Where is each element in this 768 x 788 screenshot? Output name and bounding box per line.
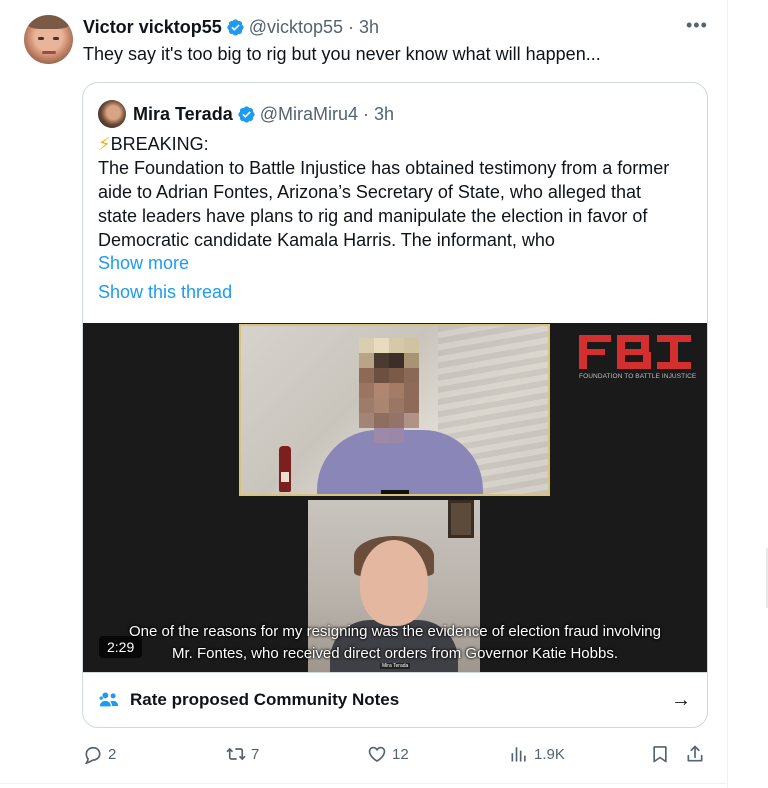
caption-line: Mr. Fontes, who received direct orders f… [171,645,618,662]
heart-icon [368,746,386,763]
share-button[interactable] [685,744,710,764]
video-duration: 2:29 [99,636,143,658]
verified-badge-icon [237,105,256,124]
pixelated-face [359,338,419,448]
lightning-icon: ⚡ [98,134,111,154]
quote-header: Mira Terada @MiraMiru4 · 3h [98,100,394,128]
views-button[interactable]: 1.9K [509,744,565,764]
arrow-right-icon[interactable]: → [671,689,691,712]
video-feed-informant [239,324,550,496]
bottle [279,446,291,492]
tweet-header: Victor vicktop55 @vicktop55 · 3h [83,17,379,38]
video-player[interactable]: Mira Terada FOUNDATION TO BATTLE INJUSTI… [83,323,707,672]
verified-badge-icon [226,18,245,37]
tweet-text: They say it's too big to rig but you nev… [83,44,601,64]
fbi-logo: FOUNDATION TO BATTLE INJUSTICE [579,335,697,380]
reply-button[interactable]: 2 [83,744,116,764]
quote-author-handle-time[interactable]: @MiraMiru4 · 3h [260,104,394,125]
reply-icon [84,746,101,764]
community-notes-label: Rate proposed Community Notes [130,690,400,709]
quote-author-avatar[interactable] [98,100,126,128]
quote-line: aide to Adrian Fontes, Arizona’s Secreta… [98,182,641,202]
bookmark-icon [653,746,667,763]
people-icon [98,689,120,711]
divider [0,783,727,784]
reply-count: 2 [108,745,117,763]
like-count: 12 [392,745,409,763]
quote-line: Democratic candidate Kamala Harris. The … [98,230,555,250]
like-button[interactable]: 12 [367,744,409,764]
author-handle-time[interactable]: @vicktop55 · 3h [249,17,379,38]
quoted-tweet[interactable]: Mira Terada @MiraMiru4 · 3h ⚡BREAKING: T… [82,82,708,728]
views-icon [511,747,526,762]
show-more-link[interactable]: Show more [98,253,189,274]
more-options-icon[interactable]: ••• [686,15,708,36]
logo-subtitle: FOUNDATION TO BATTLE INJUSTICE [579,373,697,380]
repost-icon [226,748,246,760]
caption-line: One of the reasons for my resigning was … [129,623,661,640]
views-count: 1.9K [534,745,565,763]
quote-text: ⚡BREAKING: The Foundation to Battle Inju… [98,132,703,252]
quote-line: The Foundation to Battle Injustice has o… [98,158,670,178]
quote-line: BREAKING: [110,134,209,154]
repost-count: 7 [251,745,260,763]
author-avatar[interactable] [24,15,73,64]
show-thread-link[interactable]: Show this thread [98,282,232,303]
community-notes-bar[interactable]: Rate proposed Community Notes → [83,672,707,727]
author-name[interactable]: Victor vicktop55 [83,17,222,38]
quote-author-name[interactable]: Mira Terada [133,104,233,125]
video-captions: One of the reasons for my resigning was … [83,621,707,665]
share-icon [687,745,703,762]
action-bar: 2 7 12 1.9K [83,744,711,768]
repost-button[interactable]: 7 [226,744,259,764]
bookmark-button[interactable] [650,744,675,764]
right-column-edge [727,0,768,788]
quote-line: state leaders have plans to rig and mani… [98,206,648,226]
